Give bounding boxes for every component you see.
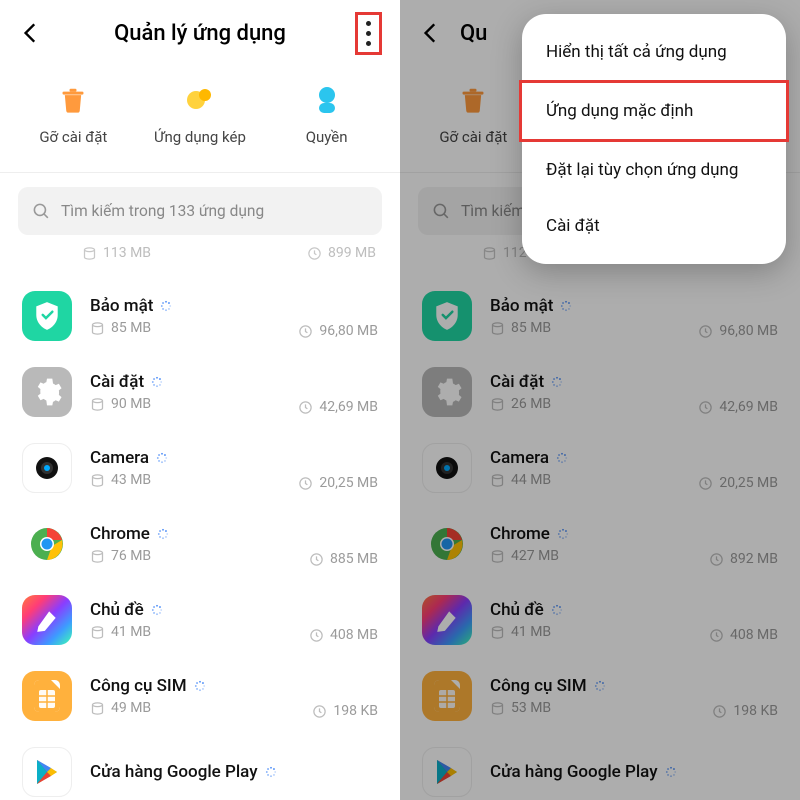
app-info: Bảo mật 85 MB — [90, 296, 280, 336]
app-storage: 76 MB — [90, 548, 291, 564]
loading-icon — [193, 679, 207, 693]
app-icon-settings — [22, 367, 72, 417]
loading-icon — [150, 375, 164, 389]
menu-settings[interactable]: Cài đặt — [522, 198, 786, 254]
storage-icon — [82, 246, 97, 261]
app-name: Camera — [90, 448, 149, 468]
app-info: Chủ đề 41 MB — [90, 600, 291, 640]
app-row[interactable]: Bảo mật 85 MB 96,80 MB — [0, 279, 400, 355]
clock-icon — [309, 552, 324, 567]
app-info: Cửa hàng Google Play — [90, 762, 378, 782]
app-time: 885 MB — [309, 551, 378, 567]
page-title: Quản lý ứng dụng — [0, 21, 400, 46]
app-icon-shield — [22, 291, 72, 341]
app-storage: 85 MB — [90, 320, 280, 336]
trash-icon — [56, 84, 90, 118]
app-name: Cài đặt — [90, 372, 144, 392]
app-name: Cửa hàng Google Play — [90, 762, 258, 782]
header: Quản lý ứng dụng — [0, 0, 400, 66]
app-time: 408 MB — [309, 627, 378, 643]
app-storage: 41 MB — [90, 624, 291, 640]
app-icon-chrome — [22, 519, 72, 569]
app-row[interactable]: Công cụ SIM 49 MB 198 KB — [0, 659, 400, 735]
storage-icon — [90, 549, 105, 564]
app-name: Chrome — [90, 524, 150, 544]
action-permissions[interactable]: Quyền — [264, 84, 389, 146]
overflow-menu: Hiển thị tất cả ứng dụng Ứng dụng mặc đị… — [522, 14, 786, 264]
clipped-app-row: 113 MB 899 MB — [82, 245, 376, 273]
action-dual-apps[interactable]: Ứng dụng kép — [137, 84, 262, 146]
app-info: Cài đặt 90 MB — [90, 372, 280, 412]
app-storage: 43 MB — [90, 472, 280, 488]
app-name: Bảo mật — [90, 296, 153, 316]
storage-icon — [90, 473, 105, 488]
action-uninstall-label: Gỡ cài đặt — [39, 128, 107, 146]
back-icon[interactable] — [18, 20, 44, 46]
clock-icon — [298, 476, 313, 491]
clock-icon — [309, 628, 324, 643]
app-info: Công cụ SIM 49 MB — [90, 676, 294, 716]
loading-icon — [155, 451, 169, 465]
screen-right: Qu Gỡ cài đặt Ứng dụng kép Quyền Tìm ki — [400, 0, 800, 800]
clock-icon — [312, 704, 327, 719]
search-icon — [32, 202, 51, 221]
permission-icon — [310, 84, 344, 118]
app-row[interactable]: Camera 43 MB 20,25 MB — [0, 431, 400, 507]
storage-icon — [90, 701, 105, 716]
app-storage: 49 MB — [90, 700, 294, 716]
app-storage: 90 MB — [90, 396, 280, 412]
app-time: 20,25 MB — [298, 475, 378, 491]
app-time: 198 KB — [312, 703, 378, 719]
app-row[interactable]: Chrome 76 MB 885 MB — [0, 507, 400, 583]
menu-reset-app-prefs[interactable]: Đặt lại tùy chọn ứng dụng — [522, 142, 786, 198]
action-dual-label: Ứng dụng kép — [154, 128, 246, 146]
app-info: Camera 43 MB — [90, 448, 280, 488]
clock-icon — [298, 324, 313, 339]
app-info: Chrome 76 MB — [90, 524, 291, 564]
search-placeholder: Tìm kiếm trong 133 ứng dụng — [61, 202, 264, 220]
app-icon-play — [22, 747, 72, 797]
search-input[interactable]: Tìm kiếm trong 133 ứng dụng — [18, 187, 382, 235]
app-icon-theme — [22, 595, 72, 645]
app-time: 96,80 MB — [298, 323, 378, 339]
more-menu-button[interactable] — [355, 12, 382, 55]
quick-actions: Gỡ cài đặt Ứng dụng kép Quyền — [0, 66, 400, 172]
loading-icon — [159, 299, 173, 313]
divider — [0, 172, 400, 173]
loading-icon — [156, 527, 170, 541]
app-icon-camera — [22, 443, 72, 493]
app-time: 42,69 MB — [298, 399, 378, 415]
app-row[interactable]: Cài đặt 90 MB 42,69 MB — [0, 355, 400, 431]
app-icon-sim — [22, 671, 72, 721]
loading-icon — [150, 603, 164, 617]
clock-icon — [307, 246, 322, 261]
storage-icon — [90, 625, 105, 640]
dual-icon — [183, 84, 217, 118]
app-row[interactable]: Cửa hàng Google Play — [0, 735, 400, 800]
loading-icon — [264, 765, 278, 779]
app-list[interactable]: Bảo mật 85 MB 96,80 MB Cài đặt 90 MB 42,… — [0, 279, 400, 800]
storage-icon — [90, 321, 105, 336]
app-name: Công cụ SIM — [90, 676, 187, 696]
menu-show-all-apps[interactable]: Hiển thị tất cả ứng dụng — [522, 24, 786, 80]
more-dots-icon — [366, 21, 371, 26]
action-permissions-label: Quyền — [306, 128, 348, 146]
storage-icon — [90, 397, 105, 412]
app-name: Chủ đề — [90, 600, 144, 620]
screen-left: Quản lý ứng dụng Gỡ cài đặt Ứng dụng kép… — [0, 0, 400, 800]
app-row[interactable]: Chủ đề 41 MB 408 MB — [0, 583, 400, 659]
clock-icon — [298, 400, 313, 415]
menu-default-apps[interactable]: Ứng dụng mặc định — [519, 80, 789, 142]
action-uninstall[interactable]: Gỡ cài đặt — [11, 84, 136, 146]
